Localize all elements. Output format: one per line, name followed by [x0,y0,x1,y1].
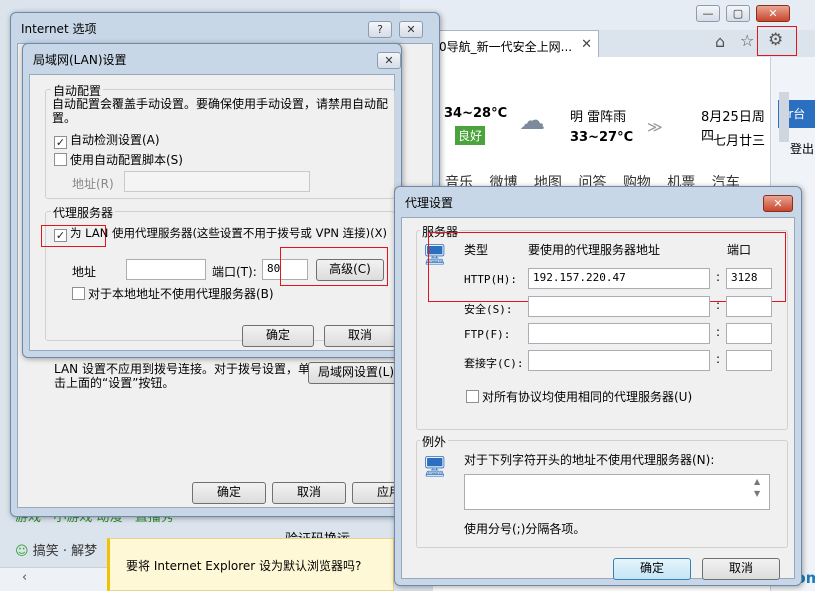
advanced-button[interactable]: 高级(C) [316,259,384,281]
use-proxy-checkbox[interactable] [54,229,67,242]
same-for-all-label: 对所有协议均使用相同的代理服务器(U) [482,390,693,404]
lan-note: LAN 设置不应用到拨号连接。对于拨号设置，单击上面的“设置”按钮。 [54,362,310,390]
colon: : [716,298,721,312]
proxy-address-input[interactable] [126,259,206,280]
dialog-title: 局域网(LAN)设置 [33,53,127,67]
proxy-header: 代理服务器 [51,204,116,221]
same-for-all-checkbox[interactable] [466,390,479,403]
http-port-input[interactable]: 3128 [726,268,772,289]
next-arrow-icon[interactable]: ≫ [647,118,663,136]
use-script-checkbox[interactable] [54,153,67,166]
colon: : [716,325,721,339]
horizontal-scrollbar[interactable]: ‹ [0,567,110,591]
left-links-text[interactable]: 搞笑 · 解梦 [33,544,97,559]
secure-port-input[interactable] [726,296,772,317]
ftp-port-input[interactable] [726,323,772,344]
port-label: 端口(T): [212,265,257,279]
auto-detect-checkbox[interactable] [54,136,67,149]
side-logout[interactable]: 登出 [790,140,814,157]
dialog-body: 自动配置 自动配置会覆盖手动设置。要确保使用手动设置，请禁用自动配置。 自动检测… [29,74,396,351]
use-script-label: 使用自动配置脚本(S) [70,153,183,167]
temp-tomorrow: 33~27°C [570,130,634,145]
close-button[interactable]: ✕ [377,52,401,69]
separator-note: 使用分号(;)分隔各项。 [464,522,586,536]
auto-config-desc: 自动配置会覆盖手动设置。要确保使用手动设置，请禁用自动配置。 [52,97,389,125]
favorites-star-icon[interactable]: ☆ [740,31,754,50]
close-button[interactable]: ✕ [763,195,793,212]
address-label: 地址(R) [72,177,114,191]
exceptions-textarea[interactable] [464,474,770,510]
script-address-input[interactable] [124,171,310,192]
highlight-box [428,232,786,302]
scroll-left-icon[interactable]: ‹ [22,570,27,585]
auto-detect-option[interactable]: 自动检测设置(A) [54,131,160,149]
air-quality-badge: 良好 [455,126,486,145]
proxy-settings-dialog: 代理设置 ✕ 服务器 🖥 类型 要使用的代理服务器地址 端口 HTTP(H): … [394,186,802,586]
tab-title: 0导航_新一代安全上网... [439,40,573,54]
textarea-scroll-icon[interactable]: ▲ ▼ [754,476,760,500]
socks-label: 套接字(C): [464,357,524,370]
weather-widget: 34~28°C 良好 ☁ 明 雷阵雨 33~27°C ≫ 8月25日周四 七月廿… [433,100,773,160]
ok-button[interactable]: 确定 [242,325,314,347]
close-button[interactable]: ✕ [399,21,423,38]
socks-port-input[interactable] [726,350,772,371]
dialog-title: 代理设置 [405,196,454,210]
exceptions-header: 例外 [420,433,449,450]
cancel-button[interactable]: 取消 [324,325,396,347]
bypass-local-label: 对于本地地址不使用代理服务器(B) [88,287,274,301]
smiley-icon: ☺ [15,544,29,559]
auto-detect-label: 自动检测设置(A) [70,133,160,147]
minimize-button[interactable]: — [696,5,720,22]
browser-titlebar: — ▢ ✕ [400,0,815,30]
proxy-address-label: 地址 [72,265,97,279]
exceptions-desc: 对于下列字符开头的地址不使用代理服务器(N): [464,453,715,467]
cancel-button[interactable]: 取消 [272,482,346,504]
home-icon[interactable]: ⌂ [715,32,725,51]
secure-label: 安全(S): [464,303,513,316]
use-script-option[interactable]: 使用自动配置脚本(S) [54,151,183,168]
colon: : [716,270,721,284]
ok-button[interactable]: 确定 [613,558,691,580]
bypass-local-checkbox[interactable] [72,287,85,300]
browser-tab[interactable]: 0导航_新一代安全上网... ✕ [433,30,599,58]
ok-button[interactable]: 确定 [192,482,266,504]
ftp-address-input[interactable] [528,323,710,344]
socks-address-input[interactable] [528,350,710,371]
storm-cloud-icon: ☁ [519,106,545,136]
temp-today: 34~28°C [444,106,508,121]
close-button[interactable]: ✕ [756,5,790,22]
http-label: HTTP(H): [464,273,517,286]
bypass-local-option[interactable]: 对于本地地址不使用代理服务器(B) [72,285,274,302]
ftp-label: FTP(F): [464,328,511,341]
tab-close-icon[interactable]: ✕ [581,37,592,52]
dialog-body: 服务器 🖥 类型 要使用的代理服务器地址 端口 HTTP(H): 192.157… [401,217,795,580]
secure-address-input[interactable] [528,296,710,317]
http-address-input[interactable]: 192.157.220.47 [528,268,710,289]
lan-settings-dialog: 局域网(LAN)设置 ✕ 自动配置 自动配置会覆盖手动设置。要确保使用手动设置，… [22,43,402,358]
maximize-button[interactable]: ▢ [726,5,750,22]
cancel-button[interactable]: 取消 [702,558,780,580]
exceptions-icon: 🖥 [422,454,448,478]
scrollbar-thumb[interactable] [779,92,789,142]
forecast-label: 明 雷阵雨 [570,110,627,125]
default-browser-prompt: 要将 Internet Explorer 设为默认浏览器吗? [107,538,394,591]
colon: : [716,352,721,366]
tools-gear-icon[interactable]: ⚙ [757,26,797,56]
use-proxy-option[interactable]: 为 LAN 使用代理服务器(这些设置不用于拨号或 VPN 连接)(X) [54,227,394,242]
help-button[interactable]: ? [368,21,392,38]
lunar-date: 七月廿三 [713,134,766,149]
use-proxy-label: 为 LAN 使用代理服务器(这些设置不用于拨号或 VPN 连接)(X) [70,226,387,240]
same-for-all-option[interactable]: 对所有协议均使用相同的代理服务器(U) [466,388,692,405]
lan-settings-button[interactable]: 局域网设置(L) [308,362,404,384]
